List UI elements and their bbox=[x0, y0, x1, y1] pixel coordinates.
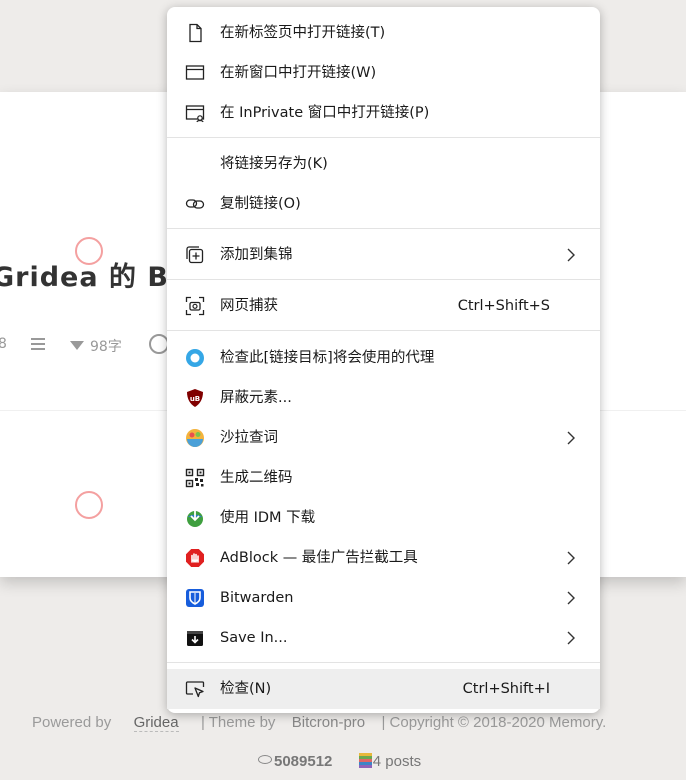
menu-item-web-capture[interactable]: 网页捕获 Ctrl+Shift+S bbox=[167, 286, 600, 326]
menu-item-shortcut: Ctrl+Shift+S bbox=[457, 298, 550, 314]
clock-icon bbox=[149, 334, 169, 354]
link-icon bbox=[185, 194, 205, 214]
save-in-icon bbox=[185, 628, 205, 648]
menu-item-idm-download[interactable]: 使用 IDM 下载 bbox=[167, 498, 600, 538]
menu-item-label: 复制链接(O) bbox=[220, 196, 301, 212]
inprivate-window-icon bbox=[185, 103, 205, 123]
menu-item-copy-link[interactable]: 复制链接(O) bbox=[167, 184, 600, 224]
menu-item-label: 在新窗口中打开链接(W) bbox=[220, 65, 377, 81]
menu-item-label: AdBlock — 最佳广告拦截工具 bbox=[220, 550, 418, 566]
menu-item-saladict[interactable]: 沙拉查词 bbox=[167, 418, 600, 458]
menu-item-open-new-window[interactable]: 在新窗口中打开链接(W) bbox=[167, 53, 600, 93]
menu-separator bbox=[167, 662, 600, 663]
menu-item-block-element[interactable]: uB 屏蔽元素... bbox=[167, 378, 600, 418]
click-indicator bbox=[75, 491, 103, 519]
menu-item-bitwarden[interactable]: Bitwarden bbox=[167, 578, 600, 618]
menu-item-label: Bitwarden bbox=[220, 590, 294, 606]
menu-item-label: Save In... bbox=[220, 630, 288, 646]
word-count: 98字 bbox=[70, 336, 122, 356]
list-icon bbox=[31, 338, 45, 350]
chevron-right-icon bbox=[564, 551, 578, 565]
footer-credits: Powered by Gridea | Theme by Bitcron-pro… bbox=[32, 714, 606, 732]
menu-item-label: 生成二维码 bbox=[220, 470, 293, 486]
footer-powered-by: Powered by bbox=[32, 714, 112, 731]
chevron-right-icon bbox=[564, 431, 578, 445]
post-count: 4 posts bbox=[372, 753, 422, 770]
context-menu: 在新标签页中打开链接(T) 在新窗口中打开链接(W) 在 InPrivate 窗… bbox=[167, 7, 600, 713]
books-icon bbox=[358, 753, 372, 768]
menu-item-label: 将链接另存为(K) bbox=[220, 156, 328, 172]
menu-item-label: 屏蔽元素... bbox=[220, 390, 292, 406]
menu-item-save-link-as[interactable]: 将链接另存为(K) bbox=[167, 144, 600, 184]
footer-stats: 5089512 4 posts bbox=[258, 753, 421, 770]
menu-item-label: 检查(N) bbox=[220, 681, 272, 697]
menu-item-label: 使用 IDM 下载 bbox=[220, 510, 316, 526]
qrcode-icon bbox=[185, 468, 205, 488]
menu-separator bbox=[167, 279, 600, 280]
web-capture-icon bbox=[185, 296, 205, 316]
eye-icon bbox=[258, 755, 272, 764]
footer-gridea-link[interactable]: Gridea bbox=[133, 714, 179, 732]
menu-separator bbox=[167, 137, 600, 138]
menu-separator bbox=[167, 228, 600, 229]
new-tab-icon bbox=[185, 23, 205, 43]
inspect-icon bbox=[185, 679, 205, 699]
menu-item-label: 检查此[链接目标]将会使用的代理 bbox=[220, 350, 435, 366]
footer-copyright: | Copyright © 2018-2020 Memory. bbox=[381, 714, 607, 731]
collections-icon bbox=[185, 245, 205, 265]
caret-down-icon bbox=[70, 341, 84, 350]
adblock-icon bbox=[185, 548, 205, 568]
menu-item-save-in[interactable]: Save In... bbox=[167, 618, 600, 658]
menu-item-generate-qrcode[interactable]: 生成二维码 bbox=[167, 458, 600, 498]
menu-item-shortcut: Ctrl+Shift+I bbox=[462, 681, 550, 697]
footer-theme-by: | Theme by bbox=[200, 714, 276, 731]
menu-item-label: 在 InPrivate 窗口中打开链接(P) bbox=[220, 105, 430, 121]
menu-item-open-inprivate[interactable]: 在 InPrivate 窗口中打开链接(P) bbox=[167, 93, 600, 133]
view-count: 5089512 bbox=[274, 753, 333, 770]
menu-item-inspect[interactable]: 检查(N) Ctrl+Shift+I bbox=[167, 669, 600, 709]
ublock-icon: uB bbox=[185, 388, 205, 408]
menu-item-open-new-tab[interactable]: 在新标签页中打开链接(T) bbox=[167, 13, 600, 53]
new-window-icon bbox=[185, 63, 205, 83]
meta-count: 8 bbox=[0, 336, 7, 352]
footer-bitcron-link[interactable]: Bitcron-pro bbox=[292, 714, 365, 731]
word-count-label: 98字 bbox=[90, 339, 122, 355]
chevron-right-icon bbox=[564, 591, 578, 605]
menu-item-check-proxy[interactable]: 检查此[链接目标]将会使用的代理 bbox=[167, 338, 600, 378]
svg-text:uB: uB bbox=[190, 395, 200, 403]
menu-item-label: 在新标签页中打开链接(T) bbox=[220, 25, 386, 41]
click-indicator bbox=[75, 237, 103, 265]
menu-item-add-to-collections[interactable]: 添加到集锦 bbox=[167, 235, 600, 275]
menu-item-label: 添加到集锦 bbox=[220, 247, 293, 263]
menu-item-label: 网页捕获 bbox=[220, 298, 278, 314]
menu-item-label: 沙拉查词 bbox=[220, 430, 278, 446]
menu-separator bbox=[167, 330, 600, 331]
menu-item-adblock[interactable]: AdBlock — 最佳广告拦截工具 bbox=[167, 538, 600, 578]
proxy-icon bbox=[185, 348, 205, 368]
saladict-icon bbox=[185, 428, 205, 448]
chevron-right-icon bbox=[564, 631, 578, 645]
chevron-right-icon bbox=[564, 248, 578, 262]
bitwarden-icon bbox=[185, 588, 205, 608]
idm-icon bbox=[185, 508, 205, 528]
